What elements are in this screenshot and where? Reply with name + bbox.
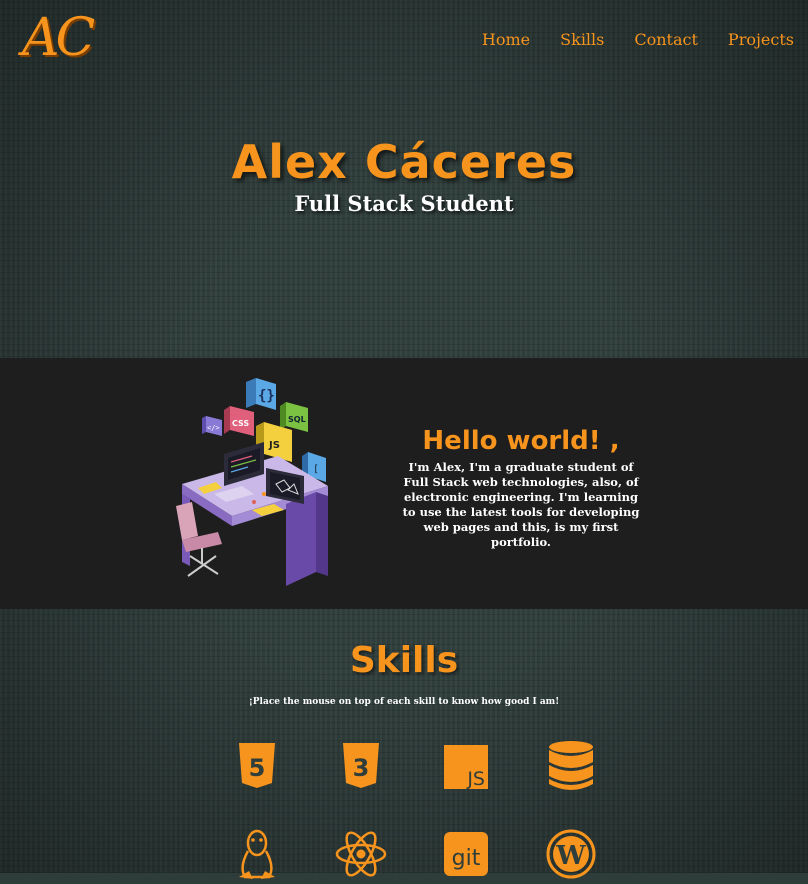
hero-role: Full Stack Student xyxy=(294,191,514,216)
git-icon-text: git xyxy=(452,846,481,871)
main-nav: Home Skills Contact Projects xyxy=(482,30,794,49)
hero-section: Alex Cáceres Full Stack Student xyxy=(0,135,808,216)
skills-section: Skills ¡Place the mouse on top of each s… xyxy=(0,640,808,707)
tech-cube-code-icon: </> xyxy=(202,416,222,436)
html5-icon-text: 5 xyxy=(249,754,266,782)
about-section: {} CSS SQL </> JS [ ] Hello world! , I'm… xyxy=(0,358,808,609)
css3-icon-text: 3 xyxy=(353,754,370,782)
css3-icon[interactable]: 3 xyxy=(331,736,391,796)
svg-text:W: W xyxy=(555,841,586,871)
nav-link-skills[interactable]: Skills xyxy=(560,30,604,49)
site-logo[interactable]: AC xyxy=(22,8,95,68)
javascript-icon-text: JS xyxy=(466,768,485,789)
skills-hint: ¡Place the mouse on top of each skill to… xyxy=(248,697,560,707)
skills-title: Skills xyxy=(349,640,459,681)
tech-cube-css-icon: CSS xyxy=(224,406,254,436)
svg-text:CSS: CSS xyxy=(232,419,249,428)
about-title: Hello world! , xyxy=(422,426,620,456)
linux-icon[interactable] xyxy=(227,824,287,884)
svg-text:</>: </> xyxy=(207,424,220,432)
svg-text:SQL: SQL xyxy=(288,415,306,424)
nav-link-contact[interactable]: Contact xyxy=(634,30,698,49)
tech-cube-curly-icon: {} xyxy=(246,378,276,410)
javascript-icon[interactable]: JS xyxy=(436,736,496,796)
about-text-block: Hello world! , I'm Alex, I'm a graduate … xyxy=(400,426,642,550)
desk-developer-illustration: {} CSS SQL </> JS [ ] xyxy=(176,378,331,586)
react-icon[interactable] xyxy=(331,824,391,884)
svg-text:[ ]: [ ] xyxy=(313,464,331,475)
svg-text:{}: {} xyxy=(258,388,275,404)
hero-name: Alex Cáceres xyxy=(231,135,577,189)
wordpress-icon[interactable]: W xyxy=(541,824,601,884)
svg-text:JS: JS xyxy=(268,440,280,451)
nav-link-home[interactable]: Home xyxy=(482,30,530,49)
site-header: AC Home Skills Contact Projects xyxy=(0,0,808,80)
tech-cube-sql-icon: SQL xyxy=(280,402,308,432)
about-description: I'm Alex, I'm a graduate student of Full… xyxy=(402,460,640,549)
nav-link-projects[interactable]: Projects xyxy=(728,30,794,49)
database-icon[interactable] xyxy=(541,736,601,796)
git-icon[interactable]: git xyxy=(436,824,496,884)
html5-icon[interactable]: 5 xyxy=(227,736,287,796)
